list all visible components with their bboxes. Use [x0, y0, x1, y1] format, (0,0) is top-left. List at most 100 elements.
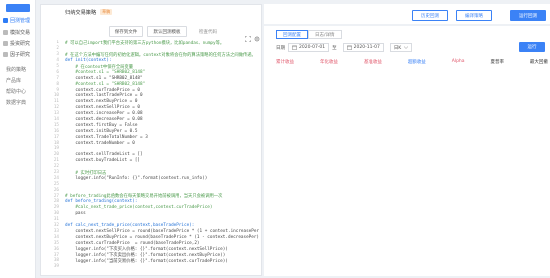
stat-label: 年化收益 — [319, 60, 338, 65]
sidebar-item-label: 回测管理 — [10, 18, 31, 24]
code-text: context.curTradePrice = 0 — [65, 87, 141, 93]
line-number: 10 — [53, 93, 59, 99]
sidebar-item-label: 因子研究 — [10, 52, 31, 58]
sidebar-item[interactable]: 数据字典 — [0, 97, 36, 108]
code-text: context.nextSellPrice = 0 — [65, 105, 141, 111]
code-text: def init(context): — [65, 58, 112, 64]
code-line: 33 context.nextSellPrice = round(baseTra… — [45, 229, 259, 235]
history-backtest-button[interactable]: 历史回测 — [412, 10, 448, 21]
code-text: def calc_next_trade_price(context,baseTr… — [65, 223, 195, 229]
run-backtest-button[interactable]: 运行回测 — [510, 10, 546, 21]
line-number: 27 — [53, 193, 59, 199]
sidebar-item-icon — [3, 41, 8, 46]
line-number: 2 — [56, 46, 59, 52]
line-number: 20 — [53, 152, 59, 158]
line-number: 26 — [53, 187, 59, 193]
code-text: def before_trading(context): — [65, 199, 138, 205]
end-date-field[interactable]: 2020-11-07 — [342, 43, 384, 52]
sidebar-item[interactable]: 帮助中心 — [0, 86, 36, 97]
code-line: 39 — [45, 264, 259, 270]
default-template-button[interactable]: 默认回测模板 — [147, 26, 187, 37]
code-text: #calc_next_trade_price(context,context.c… — [65, 205, 213, 211]
check-code-button[interactable]: 检查代码 — [193, 26, 223, 37]
sidebar-item-icon — [3, 52, 8, 57]
line-number: 22 — [53, 164, 59, 170]
line-number: 32 — [53, 223, 59, 229]
code-text: # 在这个方法中编写任何的初始化逻辑。context对象将会在你的算法策略的任何… — [65, 52, 256, 58]
line-number: 11 — [53, 99, 59, 105]
line-number: 13 — [53, 111, 59, 117]
line-number: 8 — [56, 81, 59, 87]
code-text: # 在context中保存全局变量 — [65, 64, 134, 70]
date-range: 日期 2020-07-01 至 2020-11-07 日K — [276, 43, 412, 52]
backtest-body: 回测配置 日志/详情 日期 2020-07-01 至 2020-11-07 日K… — [264, 26, 550, 276]
start-date-field[interactable]: 2020-07-01 — [288, 43, 330, 52]
code-text: # 实时打印日志 — [65, 170, 107, 176]
calendar-icon — [292, 45, 297, 50]
code-text: context.firstBuy = False — [65, 122, 138, 128]
sidebar: 回测管理模拟交易 投资研究因子研究我的策略产品库帮助中心 数据字典 — [0, 0, 36, 278]
sidebar-item[interactable]: 模拟交易 — [0, 27, 36, 38]
code-text: context.TradeTotalNumber = 3 — [65, 134, 148, 140]
sidebar-item-label: 产品库 — [6, 78, 22, 84]
line-number: 7 — [56, 75, 59, 81]
tab-log-details[interactable]: 日志/详情 — [308, 30, 342, 39]
sidebar-item-icon — [3, 30, 8, 35]
chevron-down-icon — [403, 46, 408, 49]
code-text: context.nextSellPrice = round(baseTradeP… — [65, 228, 259, 234]
line-number: 1 — [56, 40, 59, 46]
line-number: 3 — [56, 52, 59, 58]
line-number: 35 — [53, 240, 59, 246]
stats-row: 累计收益 年化收益 基准收益 超额收益 Alpha 夏普率 最大回撤 — [276, 59, 548, 65]
sidebar-item[interactable]: 因子研究 — [0, 49, 36, 60]
code-text: context.nextBuyPrice = round(baseTradePr… — [65, 234, 259, 240]
frequency-select[interactable]: 日K — [389, 43, 412, 52]
line-number: 19 — [53, 146, 59, 152]
backtest-panel: 历史回测 编译策略 运行回测 回测配置 日志/详情 日期 2020-07-01 … — [264, 0, 550, 278]
sidebar-item[interactable]: 投资研究 — [0, 38, 36, 49]
tab-backtest-config[interactable]: 回测配置 — [276, 30, 308, 39]
stat-label: 累计收益 — [276, 60, 294, 65]
line-number: 5 — [56, 64, 59, 69]
strategy-title: 归纳交易策略 — [65, 9, 97, 16]
settings-icon[interactable] — [254, 27, 260, 42]
sidebar-item[interactable]: 我的策略 — [0, 64, 36, 75]
stat-label: Alpha — [451, 59, 465, 64]
compile-strategy-button[interactable]: 编译策略 — [456, 10, 492, 21]
stat-label: 基准收益 — [363, 60, 382, 65]
save-to-file-button[interactable]: 保存到文件 — [109, 26, 143, 37]
line-number: 28 — [53, 199, 59, 205]
code-area[interactable]: 1 # 可以自己import我们平台支持的第三方python模块，比如pandas… — [45, 40, 259, 274]
code-text: context.lastTradePrice = 0 — [65, 93, 143, 99]
code-text: context.buyTradeList = [] — [65, 158, 141, 164]
line-number: 34 — [53, 234, 59, 240]
line-number: 12 — [53, 105, 59, 111]
code-text: context.sellTradeList = [] — [65, 152, 143, 158]
line-number: 14 — [53, 117, 59, 123]
line-number: 16 — [53, 128, 59, 134]
line-number: 30 — [53, 211, 59, 217]
status-badge: 草稿 — [100, 9, 113, 15]
line-number: 33 — [53, 228, 59, 234]
line-number: 4 — [56, 58, 59, 64]
line-number: 36 — [53, 246, 59, 252]
date-separator: 至 — [332, 45, 337, 51]
code-text: logger.info("RunInfo: {}".format(context… — [65, 175, 208, 181]
line-number: 18 — [53, 140, 59, 146]
line-number: 29 — [53, 205, 59, 211]
code-text: context.decreasePer = 0.08 — [65, 117, 143, 123]
code-text: context.initBuyPer = 0.5 — [65, 128, 138, 134]
app-logo — [6, 4, 30, 12]
editor-icons — [244, 27, 260, 43]
line-number: 6 — [56, 69, 59, 75]
sidebar-item[interactable]: 产品库 — [0, 75, 36, 86]
code-text: # 可以自己import我们平台支持的第三方python模块，比如pandas、… — [65, 40, 225, 46]
sidebar-item[interactable]: 回测管理 — [0, 15, 36, 26]
line-number: 39 — [53, 264, 59, 270]
fullscreen-icon[interactable] — [244, 27, 252, 43]
execute-button[interactable]: 运行 — [519, 42, 545, 52]
line-number: 15 — [53, 122, 59, 128]
line-number: 24 — [53, 175, 59, 181]
code-text: context.curTradePrice = round(baseTradeP… — [65, 240, 200, 246]
line-number: 21 — [53, 158, 59, 164]
